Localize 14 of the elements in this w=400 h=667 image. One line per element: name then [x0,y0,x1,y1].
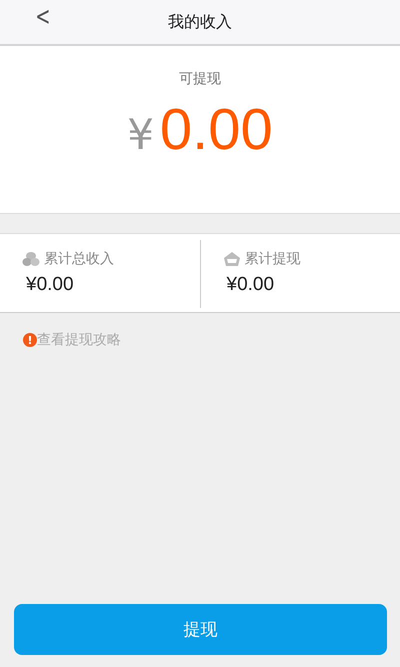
stat-value: ¥0.00 [25,274,75,296]
coins-icon [22,251,40,267]
stat-label: 累计总收入 [44,250,114,268]
balance-label: 可提现 [179,70,221,88]
tray-icon [222,251,240,267]
currency-symbol: ¥ [127,110,154,159]
stat-value: ¥0.00 [226,274,276,296]
back-button[interactable]: < [32,2,54,32]
guide-link[interactable]: 查看提现攻略 [37,331,121,349]
page-title: 我的收入 [168,12,232,32]
withdraw-button[interactable]: 提现 [14,604,387,655]
warning-icon: ! [23,333,37,347]
stat-label: 累计提现 [244,250,300,268]
balance-amount: 0.00 [160,96,273,163]
